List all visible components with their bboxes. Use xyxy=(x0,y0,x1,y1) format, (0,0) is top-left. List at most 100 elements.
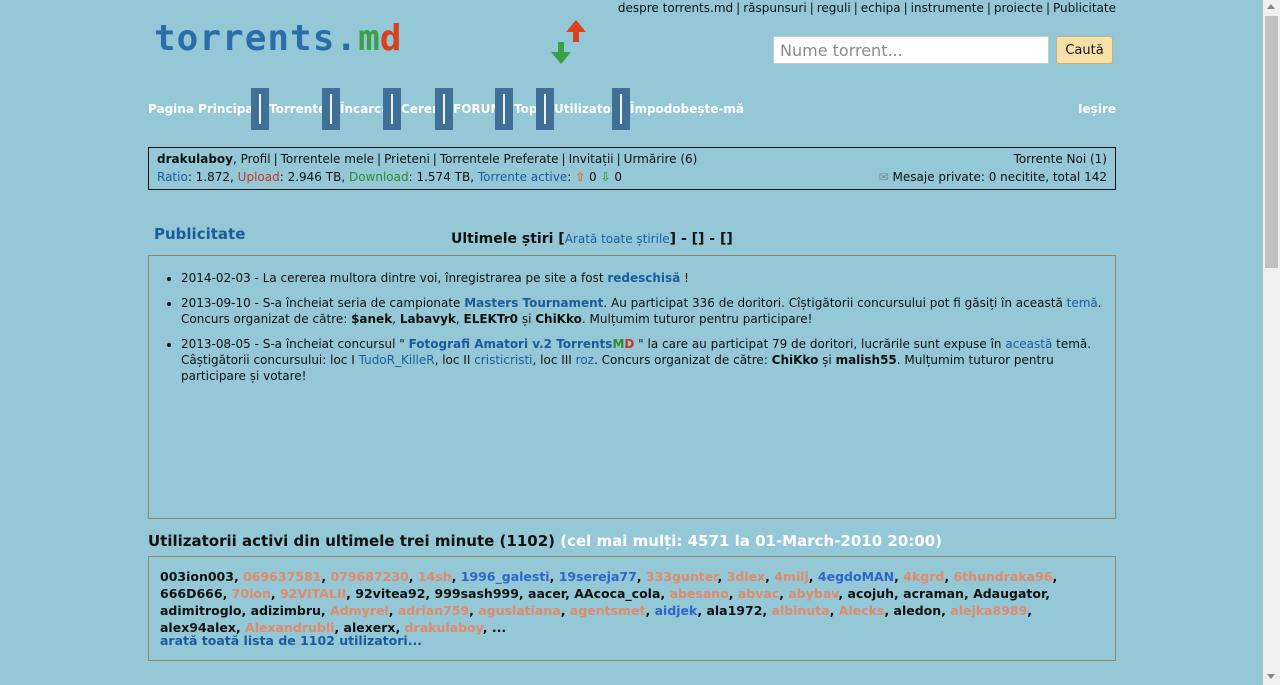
site-logo[interactable]: torrents.md xyxy=(154,18,586,68)
active-user-link[interactable]: 003ion003 xyxy=(160,569,234,584)
active-user-link[interactable]: 069637581 xyxy=(243,569,321,584)
active-user-link[interactable]: 4kgrd xyxy=(903,569,944,584)
active-user-link[interactable]: Alecks xyxy=(839,603,885,618)
active-user-link[interactable]: adimitroglo xyxy=(160,603,242,618)
nav-torrents[interactable]: Torrente xyxy=(269,88,326,130)
news-title-extra: ] - [] - [] xyxy=(669,231,733,247)
photo-contest-link[interactable]: Fotografi Amatori v.2 TorrentsMD xyxy=(409,337,635,351)
search-button[interactable]: Caută xyxy=(1056,36,1113,64)
nav-separator xyxy=(251,88,269,130)
active-user-link[interactable]: 3dlex xyxy=(727,569,765,584)
top-link-separator: | xyxy=(809,1,814,15)
active-user-link[interactable]: 1996_galesti xyxy=(461,569,550,584)
invitations-link[interactable]: Invitații xyxy=(569,152,614,166)
active-user-link[interactable]: Adaugator xyxy=(973,586,1045,601)
active-user-link[interactable]: adizimbru xyxy=(251,603,321,618)
download-value: 1.574 TB xyxy=(416,170,471,184)
active-user-link[interactable]: abvac xyxy=(738,586,779,601)
active-user-link[interactable]: Admyrel xyxy=(330,603,389,618)
active-user-link[interactable]: adrian759 xyxy=(398,603,469,618)
active-user-link[interactable]: 19sereja77 xyxy=(559,569,637,584)
user-links: drakulaboy, Profil | Torrentele mele | Priet… xyxy=(157,152,698,166)
active-user-link[interactable]: agentsmet xyxy=(570,603,646,618)
active-user-link[interactable]: ala1972 xyxy=(706,603,762,618)
news-box: 2014-02-03 - La cererea multora dintre v… xyxy=(148,255,1116,519)
nav-home[interactable]: Pagina Principală xyxy=(148,88,266,130)
active-user-link[interactable]: aidjek xyxy=(655,603,698,618)
nav-users[interactable]: Utilizatori xyxy=(554,88,621,130)
active-users-list: 003ion003, 069637581, 079687230, 14sh, 1… xyxy=(160,569,1058,635)
winner-3-link[interactable]: roz xyxy=(576,353,594,367)
active-user-link[interactable]: alejka8989 xyxy=(950,603,1027,618)
active-user-link[interactable]: abybav xyxy=(788,586,838,601)
active-user-link[interactable]: acojuh xyxy=(848,586,895,601)
nav-top[interactable]: Top xyxy=(514,88,537,130)
active-user-link[interactable]: 4milj xyxy=(774,569,809,584)
active-user-link[interactable]: albinuta xyxy=(772,603,830,618)
active-users-title: Utilizatorii activi din ultimele trei mi… xyxy=(148,532,942,550)
reopened-link[interactable]: redeschisă xyxy=(607,271,680,285)
active-user-link[interactable]: 333gunter xyxy=(646,569,718,584)
masters-tournament-link[interactable]: Masters Tournament xyxy=(464,296,603,310)
top-links: despre torrents.md | răspunsuri | reguli | ech… xyxy=(618,1,1116,15)
scrollbar-thumb[interactable] xyxy=(1265,16,1278,268)
active-user-link[interactable]: 079687230 xyxy=(330,569,408,584)
top-link[interactable]: proiecte xyxy=(994,1,1043,15)
search-input[interactable] xyxy=(773,36,1049,64)
active-user-link[interactable]: 92vitea92 xyxy=(355,586,425,601)
top-link[interactable]: despre torrents.md xyxy=(618,1,733,15)
top-link[interactable]: echipa xyxy=(861,1,901,15)
active-torrents-label: Torrente active xyxy=(477,170,568,184)
active-user-link[interactable]: aacer xyxy=(528,586,565,601)
favorite-torrents-link[interactable]: Torrentele Preferate xyxy=(440,152,559,166)
active-user-link[interactable]: AAcoca_cola xyxy=(574,586,660,601)
nav-decorate[interactable]: Împodobește-mă xyxy=(630,88,744,130)
active-user-link[interactable]: aledon xyxy=(894,603,942,618)
active-user-link[interactable]: 999sash999 xyxy=(435,586,519,601)
nav-logout[interactable]: Ieșire xyxy=(1078,88,1116,130)
scroll-up-icon[interactable] xyxy=(1267,4,1275,9)
top-link[interactable]: instrumente xyxy=(911,1,984,15)
active-user-link[interactable]: 70ion xyxy=(232,586,271,601)
ratio-value: 1.872 xyxy=(195,170,231,184)
winner-2-link[interactable]: cristicristi xyxy=(474,353,532,367)
this-theme-link[interactable]: această xyxy=(1005,337,1052,351)
logo-text-m: m xyxy=(358,18,380,59)
active-user-link[interactable]: 4egdoMAN xyxy=(818,569,894,584)
logo-text-d: d xyxy=(379,18,402,59)
active-user-link[interactable]: 92VITALII xyxy=(280,586,346,601)
top-link-separator: | xyxy=(1045,1,1050,15)
scroll-down-icon[interactable] xyxy=(1267,674,1275,679)
top-link[interactable]: reguli xyxy=(817,1,851,15)
active-user-link[interactable]: acraman xyxy=(903,586,964,601)
vertical-scrollbar[interactable] xyxy=(1263,0,1280,685)
private-messages[interactable]: ✉ Mesaje private: 0 necitite, total 142 xyxy=(879,170,1107,184)
active-user-link[interactable]: abesano xyxy=(670,586,729,601)
active-user-link[interactable]: 14sh xyxy=(418,569,452,584)
new-torrents-link[interactable]: Torrente Noi (1) xyxy=(1014,152,1107,166)
active-user-link[interactable]: aguslatiana xyxy=(478,603,560,618)
top-link[interactable]: Publicitate xyxy=(1053,1,1116,15)
show-all-users-link[interactable]: arată toată lista de 1102 utilizatori... xyxy=(160,632,422,649)
top-link-separator: | xyxy=(903,1,908,15)
active-up-count: 0 xyxy=(588,170,597,184)
nav-separator xyxy=(322,88,340,130)
active-user-link[interactable]: 6thundraka96 xyxy=(953,569,1052,584)
show-all-news-link[interactable]: Arată toate știrile xyxy=(565,232,670,246)
username[interactable]: drakulaboy xyxy=(157,152,233,166)
friends-link[interactable]: Prieteni xyxy=(384,152,430,166)
my-torrents-link[interactable]: Torrentele mele xyxy=(281,152,374,166)
active-user-link[interactable]: 666D666 xyxy=(160,586,223,601)
main-nav: Pagina Principală Torrente Încarcă Cerer… xyxy=(148,88,1116,130)
nav-upload[interactable]: Încarcă xyxy=(340,88,389,130)
theme-link[interactable]: temă xyxy=(1067,296,1098,310)
news-title: Ultimele știri [Arată toate știrile] - [… xyxy=(451,231,733,247)
tracking-link[interactable]: Urmărire (6) xyxy=(624,152,698,166)
logo-arrows-icon xyxy=(551,20,586,64)
profile-link[interactable]: Profil xyxy=(241,152,271,166)
top-link[interactable]: răspunsuri xyxy=(743,1,807,15)
news-title-text: Ultimele știri xyxy=(451,231,554,247)
winner-1-link[interactable]: TudoR_KilleR xyxy=(359,353,435,367)
top-link-separator: | xyxy=(986,1,991,15)
ads-heading: Publicitate xyxy=(154,225,246,243)
